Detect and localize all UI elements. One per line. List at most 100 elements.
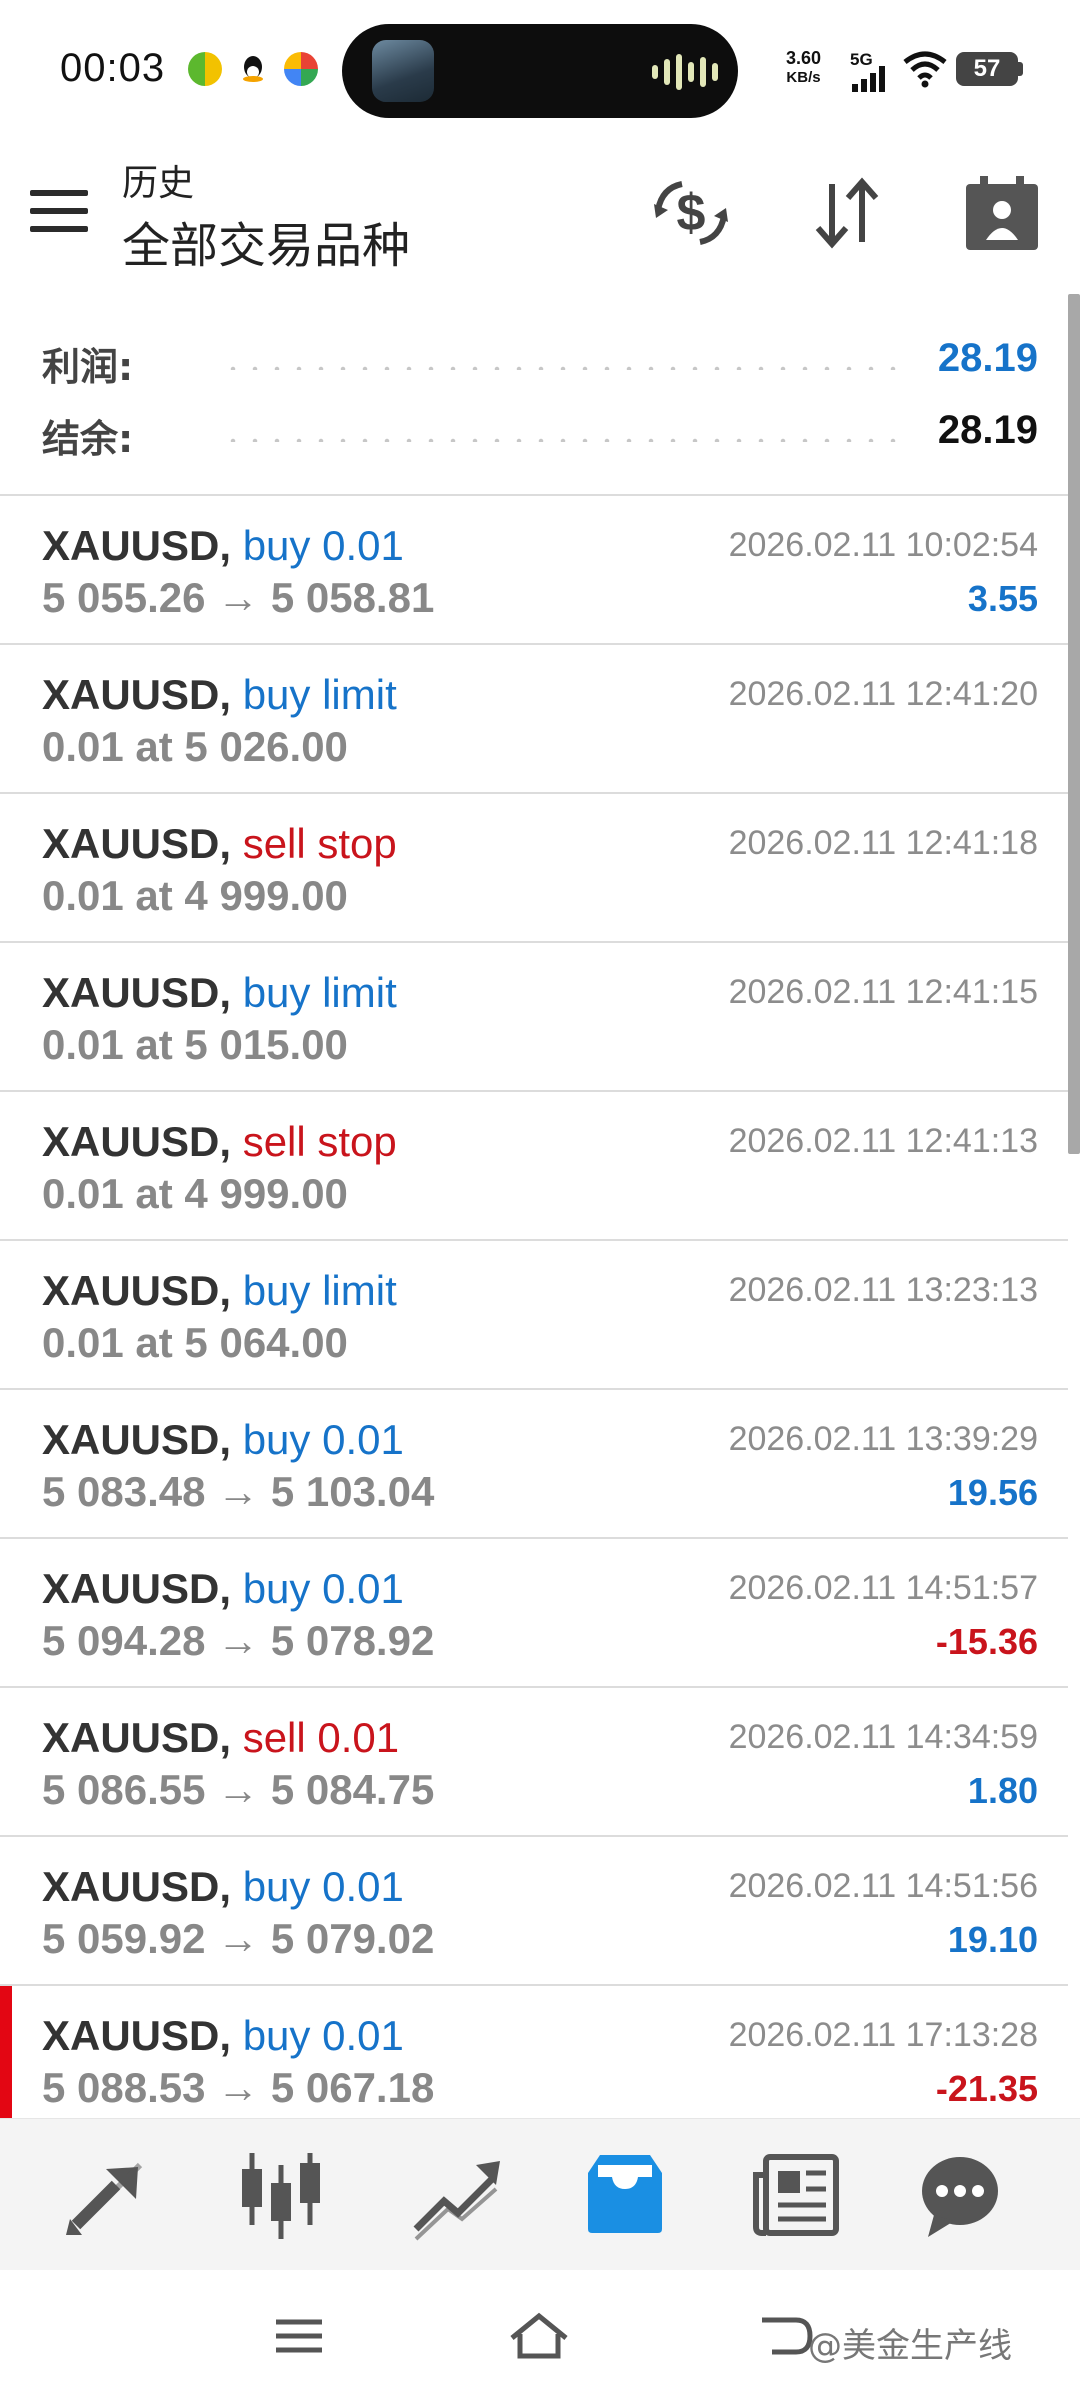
trade-action: buy 0.01 <box>242 522 404 569</box>
trade-symbol: XAUUSD, buy 0.01 <box>42 1416 404 1464</box>
trade-action: buy limit <box>242 969 397 1016</box>
trade-symbol-label: XAUUSD, <box>42 1714 232 1761</box>
newspaper-icon <box>753 2154 839 2236</box>
dynamic-island-media[interactable] <box>342 24 738 118</box>
status-bar: 00:03 3.60 KB/s 5G 57 <box>0 0 1080 140</box>
trade-symbol: XAUUSD, sell 0.01 <box>42 1714 399 1762</box>
trade-symbol: XAUUSD, buy 0.01 <box>42 522 404 570</box>
trade-row[interactable]: XAUUSD, sell stop 0.01 at 4 999.00 2026.02… <box>0 794 1068 943</box>
menu-button[interactable] <box>30 190 88 234</box>
trade-row[interactable]: XAUUSD, buy 0.01 5 094.28 → 5 078.92 2026.… <box>0 1539 1068 1688</box>
trade-action: buy 0.01 <box>242 1565 404 1612</box>
trade-symbol-label: XAUUSD, <box>42 2012 232 2059</box>
trade-row[interactable]: XAUUSD, buy limit 0.01 at 5 026.00 2026.02… <box>0 645 1068 794</box>
trade-action: sell stop <box>242 1118 397 1165</box>
tab-messages[interactable] <box>904 2139 1014 2249</box>
trade-symbol: XAUUSD, buy 0.01 <box>42 1565 404 1613</box>
chat-bubble-icon <box>922 2157 998 2237</box>
trade-row[interactable]: XAUUSD, buy 0.01 5 055.26 → 5 058.81 2026.… <box>0 496 1068 645</box>
profit-row: 利润: 28.19 <box>42 336 1038 396</box>
network-speed-value: 3.60 <box>786 48 822 68</box>
trade-row[interactable]: XAUUSD, sell 0.01 5 086.55 → 5 084.75 2026… <box>0 1688 1068 1837</box>
trade-row[interactable]: XAUUSD, buy 0.01 5 059.92 → 5 079.02 2026.… <box>0 1837 1068 1986</box>
balance-label: 结余: <box>42 417 134 461</box>
trade-symbol: XAUUSD, buy limit <box>42 1267 397 1315</box>
trade-profit: 19.10 <box>947 1919 1038 1960</box>
dotted-leader <box>222 438 898 442</box>
app-pinwheel-icon <box>284 52 318 86</box>
trade-row[interactable]: XAUUSD, buy 0.01 5 083.48 → 5 103.04 2026.… <box>0 1390 1068 1539</box>
trade-action: buy 0.01 <box>242 1863 404 1910</box>
trade-symbol-label: XAUUSD, <box>42 820 232 867</box>
bottom-tab-bar <box>0 2118 1080 2271</box>
toolbar-title[interactable]: 全部交易品种 <box>122 206 410 276</box>
system-navigation-bar: @美金生产线 <box>0 2270 1080 2400</box>
trade-action: buy 0.01 <box>242 2012 404 2059</box>
balance-row: 结余: 28.19 <box>42 408 1038 468</box>
trade-symbol-label: XAUUSD, <box>42 671 232 718</box>
trade-symbol: XAUUSD, buy 0.01 <box>42 1863 404 1911</box>
tab-trade[interactable] <box>400 2139 510 2249</box>
signal-strength-icon <box>852 66 885 92</box>
trade-symbol: XAUUSD, buy 0.01 <box>42 2012 404 2060</box>
trade-symbol-label: XAUUSD, <box>42 522 232 569</box>
tab-history[interactable] <box>570 2139 680 2249</box>
trade-row[interactable]: XAUUSD, buy limit 0.01 at 5 015.00 2026.02… <box>0 943 1068 1092</box>
trade-timestamp: 2026.02.11 17:13:28 <box>728 2016 1038 2054</box>
trade-profit: 3.55 <box>967 578 1038 619</box>
home-button[interactable] <box>504 2306 574 2366</box>
trade-symbol: XAUUSD, sell stop <box>42 820 397 868</box>
summary-panel: 利润: 28.19 结余: 28.19 <box>0 294 1068 494</box>
trade-profit: 19.56 <box>947 1472 1038 1513</box>
profit-label: 利润: <box>42 345 134 389</box>
trade-action: sell 0.01 <box>242 1714 400 1761</box>
inbox-icon <box>588 2155 662 2233</box>
trade-timestamp: 2026.02.11 13:39:29 <box>728 1420 1038 1458</box>
svg-text:$: $ <box>677 184 706 242</box>
status-time: 00:03 <box>60 46 166 90</box>
trade-profit: -21.35 <box>935 2068 1038 2109</box>
tab-chart[interactable] <box>226 2139 336 2249</box>
recent-apps-button[interactable] <box>264 2306 334 2366</box>
scrollbar[interactable] <box>1068 294 1080 1154</box>
trade-timestamp: 2026.02.11 12:41:15 <box>728 973 1038 1011</box>
calendar-button[interactable] <box>960 170 1046 256</box>
trade-action: buy limit <box>242 1267 397 1314</box>
trade-price-detail: 0.01 at 4 999.00 <box>42 1170 348 1217</box>
trade-symbol-label: XAUUSD, <box>42 1267 232 1314</box>
trade-profit: 1.80 <box>967 1770 1038 1811</box>
app-notification-icon <box>188 52 222 86</box>
trade-row[interactable]: XAUUSD, buy limit 0.01 at 5 064.00 2026.02… <box>0 1241 1068 1390</box>
trade-timestamp: 2026.02.11 12:41:13 <box>728 1122 1038 1160</box>
trade-row[interactable]: XAUUSD, buy 0.01 5 088.53 → 5 067.18 2026.… <box>0 1986 1068 2135</box>
trade-timestamp: 2026.02.11 13:23:13 <box>728 1271 1038 1309</box>
quotes-arrows-icon <box>66 2162 143 2235</box>
wifi-icon <box>903 51 947 88</box>
qq-penguin-icon <box>236 52 270 86</box>
tab-news[interactable] <box>744 2139 854 2249</box>
toolbar-subtitle: 历史 <box>122 163 195 204</box>
tab-quotes[interactable] <box>56 2139 166 2249</box>
trade-symbol: XAUUSD, buy limit <box>42 671 397 719</box>
trade-timestamp: 2026.02.11 14:34:59 <box>728 1718 1038 1756</box>
trade-symbol-label: XAUUSD, <box>42 969 232 1016</box>
candlestick-icon <box>242 2153 320 2239</box>
trade-row[interactable]: XAUUSD, sell stop 0.01 at 4 999.00 2026.02… <box>0 1092 1068 1241</box>
trade-symbol: XAUUSD, sell stop <box>42 1118 397 1166</box>
trade-symbol-label: XAUUSD, <box>42 1118 232 1165</box>
sort-button[interactable] <box>804 170 890 256</box>
trade-price-detail: 0.01 at 5 026.00 <box>42 723 348 770</box>
network-speed: 3.60 KB/s <box>786 48 821 88</box>
battery-indicator: 57 <box>956 52 1018 86</box>
dotted-leader <box>222 366 898 370</box>
currency-exchange-button[interactable]: $ <box>648 170 734 256</box>
watermark: @美金生产线 <box>808 2326 1012 2366</box>
trade-symbol: XAUUSD, buy limit <box>42 969 397 1017</box>
trade-price-detail: 5 086.55 → 5 084.75 <box>42 1766 435 1813</box>
audio-waveform-icon <box>652 54 718 90</box>
profit-value: 28.19 <box>937 336 1038 380</box>
trade-timestamp: 2026.02.11 14:51:56 <box>728 1867 1038 1905</box>
calendar-icon <box>966 176 1038 250</box>
trend-line-icon <box>413 2161 500 2241</box>
currency-exchange-icon: $ <box>654 181 728 245</box>
